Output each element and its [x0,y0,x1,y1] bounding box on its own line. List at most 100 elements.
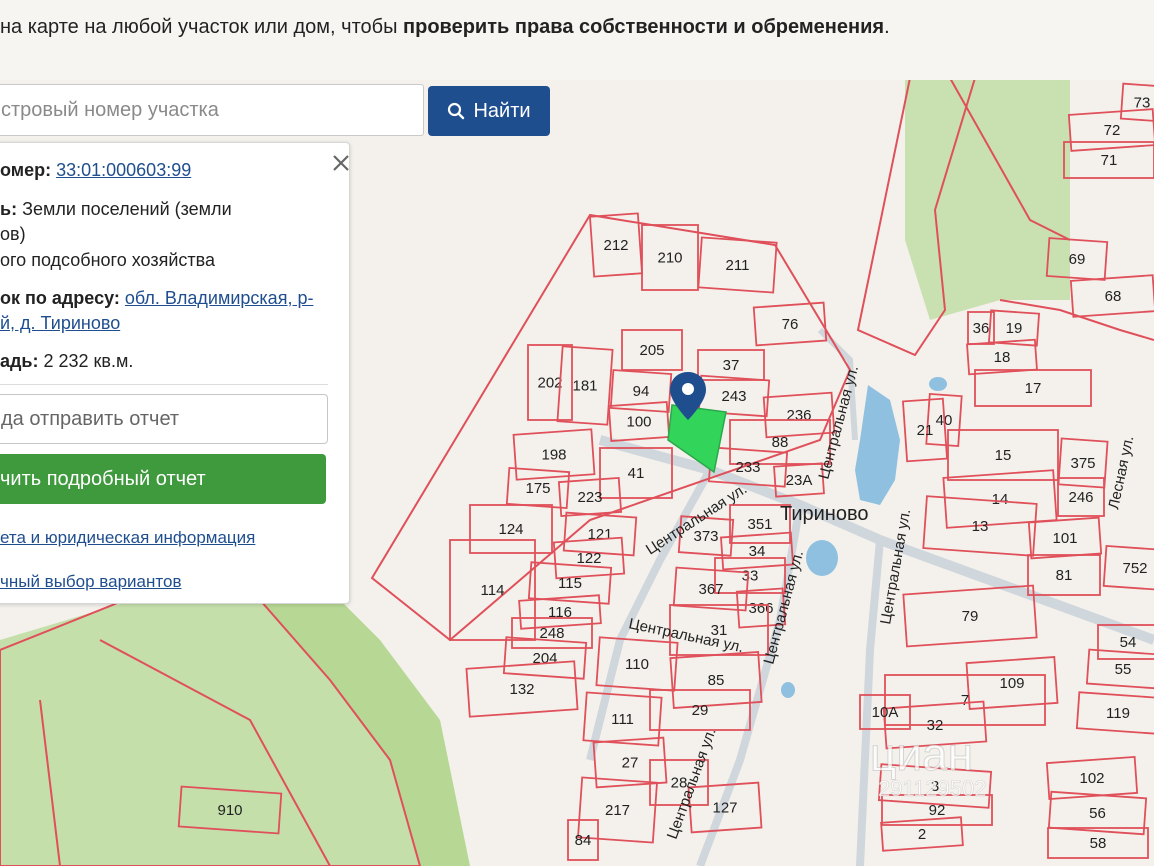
plot-number: 217 [605,802,630,819]
plot-number: 373 [693,528,718,545]
top-bar: на карте на любой участок или дом, чтобы… [0,0,1154,80]
plot-number: 27 [622,755,639,772]
cadastral-number-row: омер: 33:01:000603:99 [0,160,192,180]
address-row-cont: й, д. Тириново [0,313,120,334]
plot-number: 223 [577,489,602,506]
plot-number: 211 [726,257,750,274]
plot-number: 246 [1068,489,1093,506]
search-button[interactable]: Найти [428,86,550,136]
plot-number: 111 [611,711,634,728]
plot-number: 2 [918,826,926,843]
plot-number: 13 [972,518,989,535]
forest-area [905,78,1070,320]
plot-number: 110 [625,656,649,673]
plot-number: 243 [721,388,746,405]
village-label: Тириново [780,503,869,525]
plot-number: 79 [962,608,979,625]
plot-number: 7 [961,692,969,709]
divider [0,384,328,385]
plot-number: 41 [628,465,645,482]
plot-number: 236 [786,407,811,424]
plot-number: 55 [1115,661,1132,678]
plot-number: 119 [1106,705,1130,722]
plot-number: 54 [1120,634,1137,651]
plot-number: 233 [735,459,760,476]
cadastral-number-link[interactable]: 33:01:000603:99 [56,160,191,180]
plot-number: 10A [872,704,899,721]
address-link-cont[interactable]: й, д. Тириново [0,313,120,333]
plot-number: 76 [782,316,799,333]
plot-number: 175 [525,480,550,497]
plot-number: 84 [575,832,592,849]
plot-number: 910 [217,802,242,819]
plot-number: 14 [992,491,1009,508]
email-input[interactable] [0,394,328,444]
plot-number: 122 [576,550,601,567]
plot-number: 18 [994,349,1011,366]
plot-number: 58 [1090,835,1107,852]
category-row-cont: ов) [0,224,26,244]
cadastral-search-input[interactable] [0,84,424,136]
category-row: ь: Земли поселений (земли [0,199,232,219]
plot-number: 375 [1070,455,1095,472]
plot-number: 15 [995,447,1012,464]
options-link-row: чный выбор вариантов [0,572,181,592]
plot-number: 81 [1056,567,1073,584]
plot-number: 101 [1052,530,1077,547]
plot-number: 94 [633,383,650,400]
pond [855,385,900,505]
plot-number: 100 [626,414,651,431]
plot-number: 109 [999,675,1024,692]
plot-number: 102 [1079,770,1104,787]
usage-row: ого подсобного хозяйства [0,250,215,270]
plot-number: 92 [929,802,946,819]
plot-number: 36 [973,320,990,337]
plot-number: 88 [772,434,789,451]
instruction-text: на карте на любой участок или дом, чтобы… [0,16,890,38]
pond [781,682,795,698]
address-link[interactable]: обл. Владимирская, р- [125,288,314,308]
plot-number: 17 [1025,380,1042,397]
plot-outline [999,299,1154,341]
pond [806,540,838,576]
plot-number: 205 [639,342,664,359]
plot-number: 71 [1101,152,1118,169]
close-icon [333,155,349,171]
legal-info-link[interactable]: ета и юридическая информация [0,528,255,547]
plot-number: 114 [481,582,505,599]
search-icon [448,102,465,120]
plot-number: 752 [1122,560,1147,577]
plot-number: 19 [1006,320,1023,337]
plot-number: 351 [747,516,772,533]
plot-number: 68 [1105,288,1122,305]
watermark-number: 291129502 [878,776,987,801]
plot-number: 85 [708,672,725,689]
plot-number: 21 [917,422,934,439]
plot-number: 33 [742,568,759,585]
plot-number: 56 [1089,805,1106,822]
plot-number: 115 [558,575,582,592]
options-link[interactable]: чный выбор вариантов [0,572,181,591]
address-row: ок по адресу: обл. Владимирская, р- [0,288,314,308]
plot-number: 37 [723,357,740,374]
close-button[interactable] [328,150,354,176]
plot-number: 212 [603,237,628,254]
pond [929,377,947,391]
legal-info-link-row: ета и юридическая информация [0,528,255,548]
plot-number: 72 [1104,122,1121,139]
road [856,539,884,866]
plot-number: 124 [498,521,523,538]
get-report-button[interactable]: чить подробный отчет [0,454,326,504]
watermark: циан [870,728,973,780]
street-label: Центральная ул. [877,508,914,626]
plot-number: 181 [572,378,597,395]
plot-number: 367 [698,581,723,598]
search-button-label: Найти [473,99,531,122]
plot-number: 210 [657,250,682,267]
area-row: адь: 2 232 кв.м. [0,351,134,371]
street-label: Лесная ул. [1105,434,1137,511]
plot-number: 132 [509,681,534,698]
plot-number: 198 [541,447,566,464]
plot-number: 127 [712,800,737,817]
plot-number: 202 [537,375,562,392]
